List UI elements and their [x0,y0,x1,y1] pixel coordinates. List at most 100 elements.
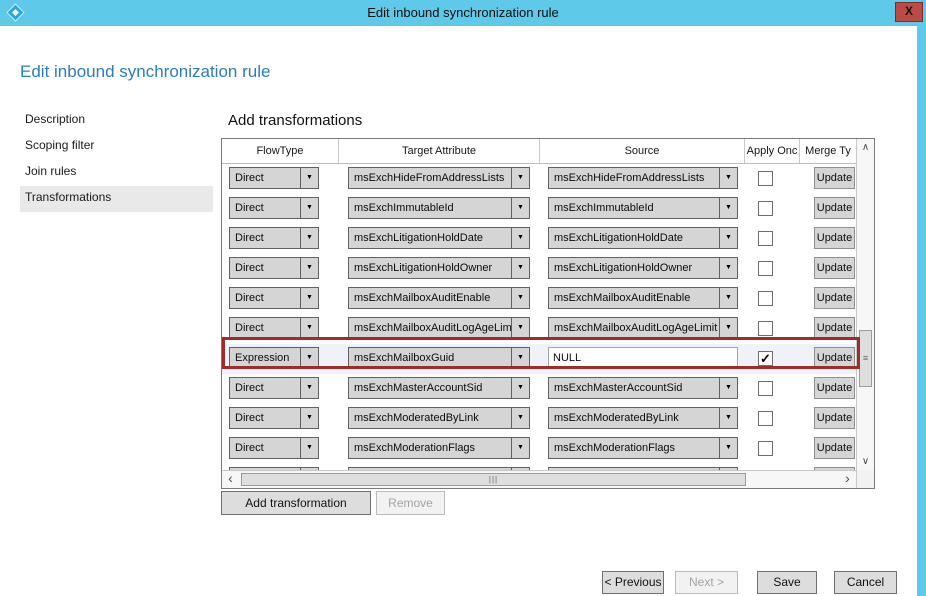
merge-type-button[interactable]: Update [814,317,855,339]
chevron-down-icon[interactable]: ▼ [511,288,529,308]
chevron-down-icon[interactable]: ▼ [511,408,529,428]
target-attribute-dropdown[interactable]: msExchMasterAccountSid ▼ [348,377,530,399]
sidebar-item-description[interactable]: Description [20,108,213,134]
target-attribute-dropdown[interactable]: msExchLitigationHoldDate ▼ [348,227,530,249]
target-attribute-dropdown[interactable]: msExchImmutableId ▼ [348,197,530,219]
flowtype-dropdown[interactable]: Direct ▼ [229,437,319,459]
add-transformation-button[interactable]: Add transformation [221,491,371,515]
source-expression-input[interactable] [548,347,738,369]
flowtype-dropdown[interactable]: Direct ▼ [229,167,319,189]
chevron-down-icon[interactable]: ▼ [719,198,737,218]
merge-type-button[interactable]: Update [814,227,855,249]
merge-type-button[interactable]: Update [814,407,855,429]
sidebar-item-join-rules[interactable]: Join rules [20,160,213,186]
vertical-scrollbar[interactable]: ∧ ≡ ∨ [856,139,874,470]
flowtype-dropdown[interactable]: Direct ▼ [229,227,319,249]
source-dropdown[interactable]: msExchMailboxAuditEnable ▼ [548,287,738,309]
sidebar: Description Scoping filter Join rules Tr… [20,108,215,212]
source-dropdown[interactable]: msExchMailboxAuditLogAgeLimit ▼ [548,317,738,339]
flowtype-dropdown[interactable]: Direct ▼ [229,197,319,219]
scroll-left-arrow-icon[interactable]: ‹ [222,471,239,488]
chevron-down-icon[interactable]: ▼ [511,318,529,338]
horizontal-scrollbar-thumb[interactable]: ||| [241,473,746,486]
apply-once-checkbox[interactable] [758,171,773,186]
chevron-down-icon[interactable]: ▼ [719,438,737,458]
scroll-up-arrow-icon[interactable]: ∧ [857,139,874,156]
source-dropdown[interactable]: msExchLitigationHoldDate ▼ [548,227,738,249]
merge-type-button[interactable]: Update [814,377,855,399]
chevron-down-icon[interactable]: ▼ [719,378,737,398]
scroll-down-arrow-icon[interactable]: ∨ [857,453,874,470]
scroll-right-arrow-icon[interactable]: › [839,471,856,488]
previous-button[interactable]: < Previous [602,571,664,594]
apply-once-checkbox[interactable] [758,231,773,246]
target-attribute-dropdown[interactable]: msExchLitigationHoldOwner ▼ [348,257,530,279]
sidebar-item-scoping-filter[interactable]: Scoping filter [20,134,213,160]
source-dropdown[interactable]: msExchModerationFlags ▼ [548,437,738,459]
apply-once-checkbox[interactable] [758,411,773,426]
chevron-down-icon[interactable]: ▼ [511,438,529,458]
source-dropdown[interactable]: msExchHideFromAddressLists ▼ [548,167,738,189]
apply-once-checkbox[interactable] [758,381,773,396]
chevron-down-icon[interactable]: ▼ [300,318,318,338]
apply-once-checkbox[interactable] [758,321,773,336]
apply-once-checkbox[interactable]: ✓ [758,351,773,366]
chevron-down-icon[interactable]: ▼ [511,198,529,218]
apply-once-checkbox[interactable] [758,261,773,276]
cancel-button[interactable]: Cancel [834,571,897,594]
chevron-down-icon[interactable]: ▼ [719,318,737,338]
apply-once-checkbox[interactable] [758,201,773,216]
chevron-down-icon[interactable]: ▼ [300,168,318,188]
target-attribute-dropdown[interactable]: msExchMailboxGuid ▼ [348,347,530,369]
next-button[interactable]: Next > [675,571,738,594]
source-dropdown[interactable]: msExchLitigationHoldOwner ▼ [548,257,738,279]
chevron-down-icon[interactable]: ▼ [719,408,737,428]
merge-type-button[interactable]: Update [814,257,855,279]
merge-type-button[interactable]: Update [814,347,855,369]
source-dropdown[interactable]: msExchImmutableId ▼ [548,197,738,219]
chevron-down-icon[interactable]: ▼ [300,198,318,218]
chevron-down-icon[interactable]: ▼ [300,228,318,248]
chevron-down-icon[interactable]: ▼ [511,228,529,248]
chevron-down-icon[interactable]: ▼ [300,378,318,398]
target-attribute-dropdown[interactable]: msExchModeratedByLink ▼ [348,407,530,429]
flowtype-dropdown[interactable]: Direct ▼ [229,287,319,309]
apply-once-checkbox[interactable] [758,441,773,456]
apply-once-checkbox[interactable] [758,291,773,306]
flowtype-dropdown[interactable]: Direct ▼ [229,407,319,429]
chevron-down-icon[interactable]: ▼ [300,438,318,458]
source-dropdown[interactable]: msExchModeratedByLink ▼ [548,407,738,429]
chevron-down-icon[interactable]: ▼ [511,258,529,278]
vertical-scrollbar-thumb[interactable]: ≡ [859,330,872,387]
flowtype-dropdown[interactable]: Direct ▼ [229,377,319,399]
table-row: Direct ▼ msExchModerationFlags ▼ msExchM… [222,434,856,464]
chevron-down-icon[interactable]: ▼ [511,168,529,188]
chevron-down-icon[interactable]: ▼ [300,348,318,368]
target-attribute-dropdown[interactable]: msExchMailboxAuditLogAgeLimit ▼ [348,317,530,339]
chevron-down-icon[interactable]: ▼ [719,168,737,188]
chevron-down-icon[interactable]: ▼ [719,258,737,278]
target-attribute-dropdown[interactable]: msExchModerationFlags ▼ [348,437,530,459]
chevron-down-icon[interactable]: ▼ [300,288,318,308]
target-attribute-dropdown[interactable]: msExchHideFromAddressLists ▼ [348,167,530,189]
save-button[interactable]: Save [757,571,817,594]
merge-type-button[interactable]: Update [814,197,855,219]
merge-type-button[interactable]: Update [814,287,855,309]
chevron-down-icon[interactable]: ▼ [300,258,318,278]
chevron-down-icon[interactable]: ▼ [300,408,318,428]
chevron-down-icon[interactable]: ▼ [719,288,737,308]
remove-button[interactable]: Remove [376,491,445,515]
chevron-down-icon[interactable]: ▼ [511,348,529,368]
chevron-down-icon[interactable]: ▼ [719,228,737,248]
target-attribute-dropdown[interactable]: msExchMailboxAuditEnable ▼ [348,287,530,309]
source-dropdown[interactable]: msExchMasterAccountSid ▼ [548,377,738,399]
chevron-down-icon[interactable]: ▼ [511,378,529,398]
sidebar-item-transformations[interactable]: Transformations [20,186,213,212]
flowtype-dropdown[interactable]: Direct ▼ [229,317,319,339]
merge-type-button[interactable]: Update [814,167,855,189]
horizontal-scrollbar[interactable]: ‹ ||| › [222,470,856,488]
flowtype-dropdown[interactable]: Expression ▼ [229,347,319,369]
close-button[interactable]: X [895,2,923,22]
flowtype-dropdown[interactable]: Direct ▼ [229,257,319,279]
merge-type-button[interactable]: Update [814,437,855,459]
